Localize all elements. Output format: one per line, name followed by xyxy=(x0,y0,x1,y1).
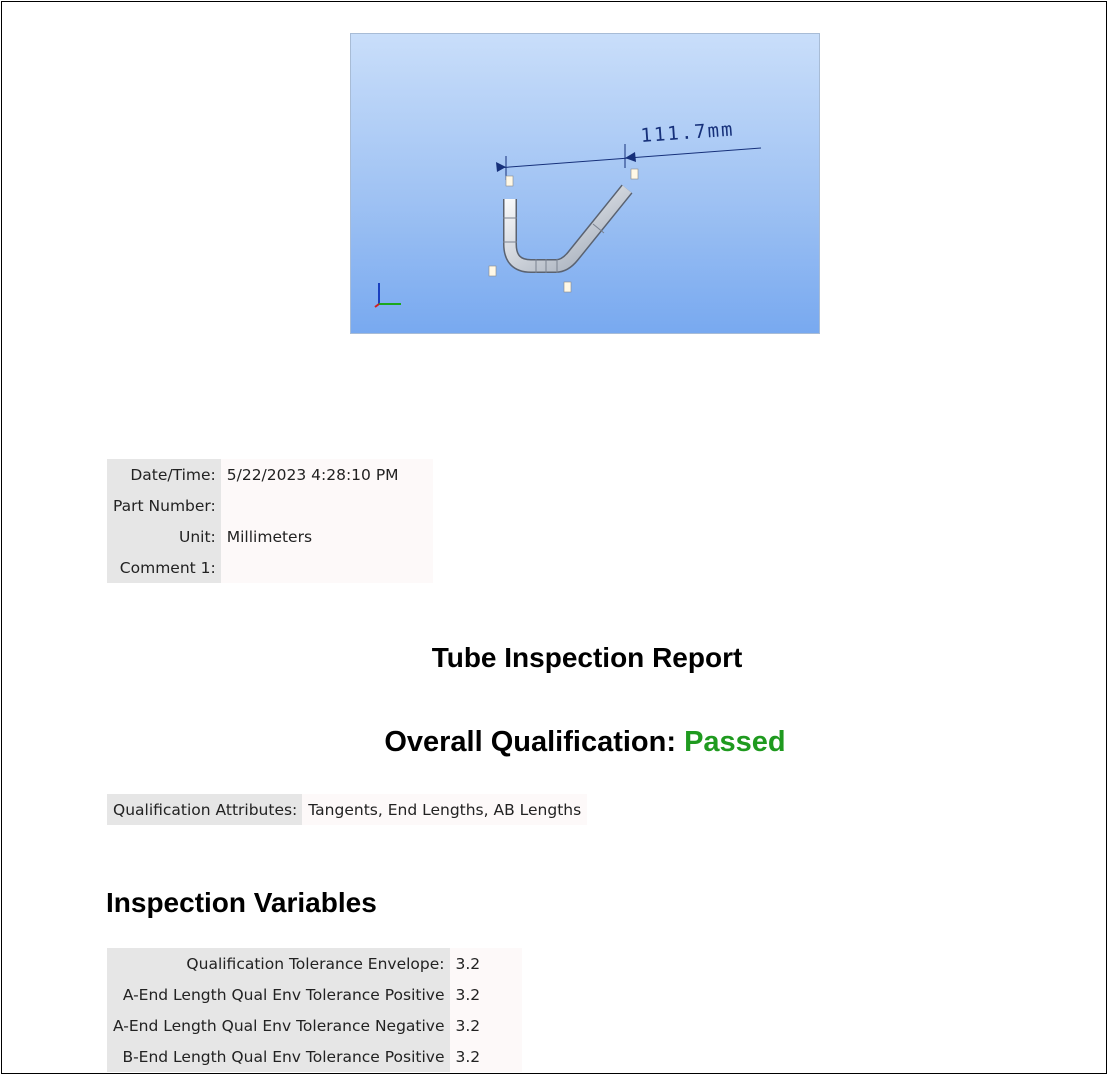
comment-value xyxy=(220,552,433,583)
variable-label: B-End Length Qual Env Tolerance Positive xyxy=(107,1041,450,1072)
point-marker[interactable] xyxy=(488,265,497,277)
dimension-arrow-right xyxy=(625,152,636,162)
table-row: Date/Time: 5/22/2023 4:28:10 PM xyxy=(107,459,433,490)
qualification-attributes-value: Tangents, End Lengths, AB Lengths xyxy=(302,794,588,825)
variable-value: 3.2 xyxy=(449,1010,522,1041)
tube-3d-viewport[interactable]: 111.7mm xyxy=(350,33,820,334)
tube-model-drawing: 111.7mm xyxy=(374,118,762,308)
unit-label: Unit: xyxy=(107,521,221,552)
axis-triad-icon xyxy=(374,283,401,308)
table-row: Qualification Attributes: Tangents, End … xyxy=(107,794,588,825)
part-number-value xyxy=(220,490,433,521)
comment-label: Comment 1: xyxy=(107,552,221,583)
variable-value: 3.2 xyxy=(449,1041,522,1072)
part-number-label: Part Number: xyxy=(107,490,221,521)
point-marker[interactable] xyxy=(630,168,639,180)
point-marker[interactable] xyxy=(563,281,572,293)
overall-qualification-label: Overall Qualification: xyxy=(384,726,677,758)
qualification-attributes-label: Qualification Attributes: xyxy=(107,794,303,825)
dimension-arrow-left xyxy=(496,162,506,172)
overall-qualification: Overall Qualification: Passed xyxy=(2,726,1106,759)
variable-value: 3.2 xyxy=(449,979,522,1010)
table-row: B-End Length Qual Env Tolerance Positive… xyxy=(107,1041,522,1072)
report-page: 111.7mm Date/Time: 5/22/2023 4:28:10 PM … xyxy=(1,1,1107,1074)
overall-qualification-status: Passed xyxy=(684,726,786,758)
variable-label: A-End Length Qual Env Tolerance Negative xyxy=(107,1010,450,1041)
date-time-value: 5/22/2023 4:28:10 PM xyxy=(220,459,433,490)
report-title: Tube Inspection Report xyxy=(431,642,743,673)
table-row: Comment 1: xyxy=(107,552,433,583)
point-marker[interactable] xyxy=(505,175,514,187)
variable-value: 3.2 xyxy=(449,948,522,979)
inspection-variables-heading: Inspection Variables xyxy=(106,887,377,918)
variable-label: Qualification Tolerance Envelope: xyxy=(107,948,450,979)
dimension-label: 111.7mm xyxy=(640,118,735,147)
qualification-attributes-table: Qualification Attributes: Tangents, End … xyxy=(107,794,588,825)
table-row: A-End Length Qual Env Tolerance Positive… xyxy=(107,979,522,1010)
header-info-table: Date/Time: 5/22/2023 4:28:10 PM Part Num… xyxy=(107,459,433,583)
table-row: Part Number: xyxy=(107,490,433,521)
variable-label: A-End Length Qual Env Tolerance Positive xyxy=(107,979,450,1010)
date-time-label: Date/Time: xyxy=(107,459,221,490)
table-row: Unit: Millimeters xyxy=(107,521,433,552)
table-row: A-End Length Qual Env Tolerance Negative… xyxy=(107,1010,522,1041)
unit-value: Millimeters xyxy=(220,521,433,552)
table-row: Qualification Tolerance Envelope: 3.2 xyxy=(107,948,522,979)
inspection-variables-table: Qualification Tolerance Envelope: 3.2 A-… xyxy=(107,948,522,1072)
